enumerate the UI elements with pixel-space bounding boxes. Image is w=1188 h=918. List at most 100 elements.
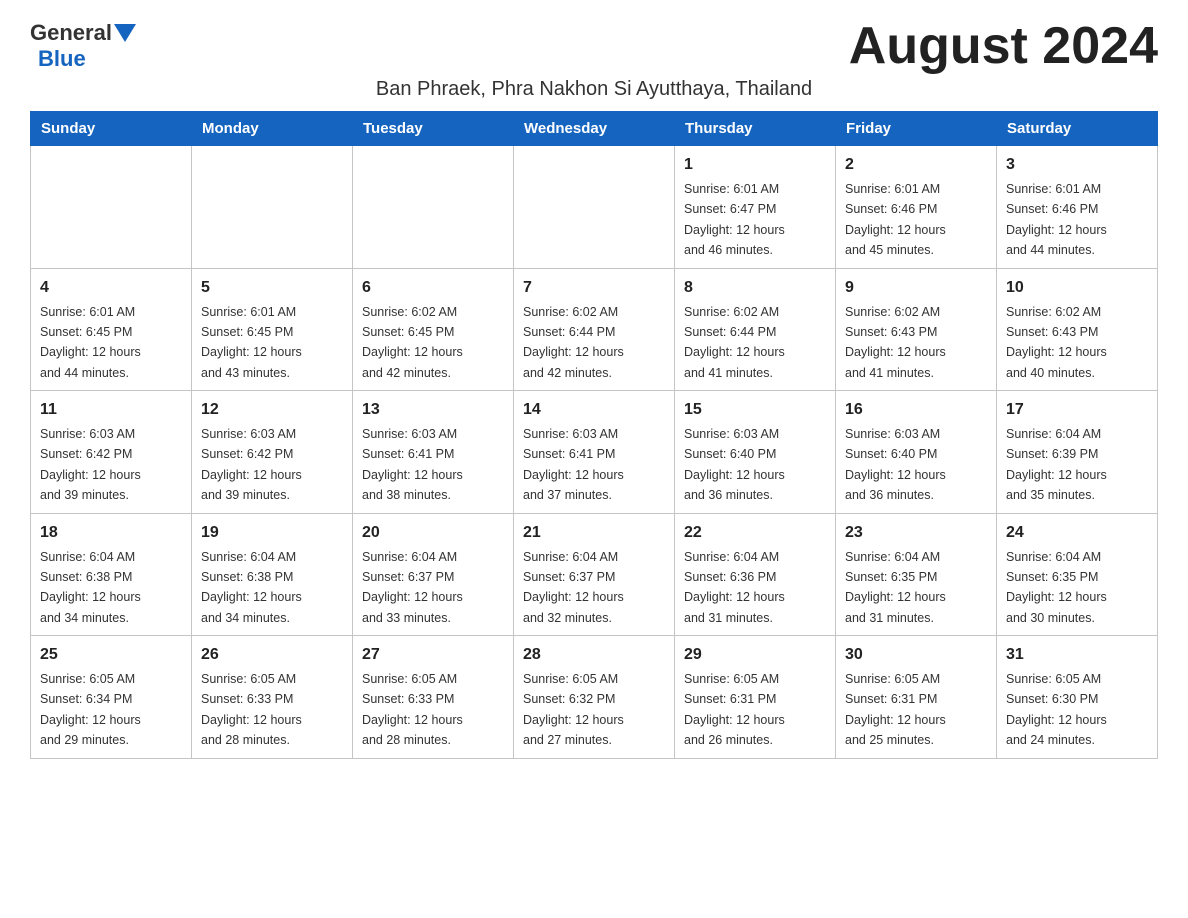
day-info: Sunrise: 6:05 AMSunset: 6:31 PMDaylight:… [684,672,785,747]
calendar-cell: 8 Sunrise: 6:02 AMSunset: 6:44 PMDaylight… [675,268,836,391]
day-number: 27 [362,643,504,667]
calendar-cell: 14Sunrise: 6:03 AMSunset: 6:41 PMDayligh… [514,391,675,514]
day-info: Sunrise: 6:01 AMSunset: 6:45 PMDaylight:… [201,305,302,380]
day-info: Sunrise: 6:04 AMSunset: 6:36 PMDaylight:… [684,550,785,625]
day-info: Sunrise: 6:03 AMSunset: 6:42 PMDaylight:… [201,427,302,502]
calendar-cell [353,146,514,269]
day-info: Sunrise: 6:01 AMSunset: 6:46 PMDaylight:… [1006,182,1107,257]
calendar-cell [514,146,675,269]
calendar-table: SundayMondayTuesdayWednesdayThursdayFrid… [30,111,1158,759]
calendar-cell: 18 Sunrise: 6:04 AMSunset: 6:38 PMDayligh… [31,513,192,636]
day-number: 26 [201,643,343,667]
day-number: 20 [362,521,504,545]
logo-triangle-icon [114,24,136,44]
day-info: Sunrise: 6:03 AMSunset: 6:40 PMDaylight:… [845,427,946,502]
calendar-cell: 26 Sunrise: 6:05 AMSunset: 6:33 PMDayligh… [192,636,353,759]
logo-general-text: General [30,20,112,46]
calendar-cell: 11 Sunrise: 6:03 AMSunset: 6:42 PMDayligh… [31,391,192,514]
month-title: August 2024 [849,20,1158,72]
day-number: 2 [845,153,987,177]
calendar-cell: 29 Sunrise: 6:05 AMSunset: 6:31 PMDayligh… [675,636,836,759]
day-info: Sunrise: 6:01 AMSunset: 6:46 PMDaylight:… [845,182,946,257]
day-number: 22 [684,521,826,545]
day-number: 29 [684,643,826,667]
calendar-cell [31,146,192,269]
day-info: Sunrise: 6:03 AMSunset: 6:41 PMDaylight:… [523,427,624,502]
calendar-cell: 19 Sunrise: 6:04 AMSunset: 6:38 PMDayligh… [192,513,353,636]
day-info: Sunrise: 6:02 AMSunset: 6:45 PMDaylight:… [362,305,463,380]
calendar-cell: 5 Sunrise: 6:01 AMSunset: 6:45 PMDaylight… [192,268,353,391]
calendar-week-row: 4 Sunrise: 6:01 AMSunset: 6:45 PMDaylight… [31,268,1158,391]
calendar-cell: 10 Sunrise: 6:02 AMSunset: 6:43 PMDayligh… [997,268,1158,391]
day-number: 21 [523,521,665,545]
calendar-week-row: 11 Sunrise: 6:03 AMSunset: 6:42 PMDayligh… [31,391,1158,514]
day-number: 10 [1006,276,1148,300]
day-number: 18 [40,521,182,545]
weekday-header-tuesday: Tuesday [353,112,514,146]
day-number: 11 [40,398,182,422]
calendar-cell: 1 Sunrise: 6:01 AMSunset: 6:47 PMDaylight… [675,146,836,269]
day-number: 31 [1006,643,1148,667]
weekday-header-row: SundayMondayTuesdayWednesdayThursdayFrid… [31,112,1158,146]
day-info: Sunrise: 6:01 AMSunset: 6:45 PMDaylight:… [40,305,141,380]
calendar-cell: 13 Sunrise: 6:03 AMSunset: 6:41 PMDayligh… [353,391,514,514]
day-info: Sunrise: 6:03 AMSunset: 6:41 PMDaylight:… [362,427,463,502]
calendar-week-row: 1 Sunrise: 6:01 AMSunset: 6:47 PMDaylight… [31,146,1158,269]
day-number: 28 [523,643,665,667]
weekday-header-monday: Monday [192,112,353,146]
calendar-cell: 22 Sunrise: 6:04 AMSunset: 6:36 PMDayligh… [675,513,836,636]
calendar-cell: 2 Sunrise: 6:01 AMSunset: 6:46 PMDaylight… [836,146,997,269]
weekday-header-wednesday: Wednesday [514,112,675,146]
weekday-header-saturday: Saturday [997,112,1158,146]
calendar-cell: 7Sunrise: 6:02 AMSunset: 6:44 PMDaylight… [514,268,675,391]
day-info: Sunrise: 6:05 AMSunset: 6:33 PMDaylight:… [201,672,302,747]
day-number: 4 [40,276,182,300]
calendar-cell: 9 Sunrise: 6:02 AMSunset: 6:43 PMDaylight… [836,268,997,391]
day-info: Sunrise: 6:05 AMSunset: 6:32 PMDaylight:… [523,672,624,747]
calendar-cell: 17Sunrise: 6:04 AMSunset: 6:39 PMDayligh… [997,391,1158,514]
logo: General Blue [30,20,136,72]
calendar-cell: 30 Sunrise: 6:05 AMSunset: 6:31 PMDayligh… [836,636,997,759]
day-number: 9 [845,276,987,300]
day-info: Sunrise: 6:04 AMSunset: 6:37 PMDaylight:… [523,550,624,625]
day-info: Sunrise: 6:05 AMSunset: 6:34 PMDaylight:… [40,672,141,747]
day-number: 3 [1006,153,1148,177]
day-number: 5 [201,276,343,300]
weekday-header-thursday: Thursday [675,112,836,146]
day-number: 6 [362,276,504,300]
calendar-cell: 16Sunrise: 6:03 AMSunset: 6:40 PMDayligh… [836,391,997,514]
day-info: Sunrise: 6:02 AMSunset: 6:43 PMDaylight:… [845,305,946,380]
day-number: 1 [684,153,826,177]
calendar-cell: 6 Sunrise: 6:02 AMSunset: 6:45 PMDaylight… [353,268,514,391]
day-info: Sunrise: 6:04 AMSunset: 6:38 PMDaylight:… [40,550,141,625]
logo-blue-text: Blue [38,46,86,72]
calendar-cell: 27 Sunrise: 6:05 AMSunset: 6:33 PMDayligh… [353,636,514,759]
day-number: 17 [1006,398,1148,422]
calendar-cell: 21 Sunrise: 6:04 AMSunset: 6:37 PMDayligh… [514,513,675,636]
weekday-header-sunday: Sunday [31,112,192,146]
calendar-cell: 15Sunrise: 6:03 AMSunset: 6:40 PMDayligh… [675,391,836,514]
day-info: Sunrise: 6:03 AMSunset: 6:42 PMDaylight:… [40,427,141,502]
day-number: 19 [201,521,343,545]
day-number: 13 [362,398,504,422]
day-info: Sunrise: 6:05 AMSunset: 6:31 PMDaylight:… [845,672,946,747]
day-number: 30 [845,643,987,667]
day-number: 8 [684,276,826,300]
calendar-week-row: 25Sunrise: 6:05 AMSunset: 6:34 PMDayligh… [31,636,1158,759]
day-info: Sunrise: 6:04 AMSunset: 6:37 PMDaylight:… [362,550,463,625]
day-info: Sunrise: 6:02 AMSunset: 6:43 PMDaylight:… [1006,305,1107,380]
day-info: Sunrise: 6:01 AMSunset: 6:47 PMDaylight:… [684,182,785,257]
calendar-cell: 3 Sunrise: 6:01 AMSunset: 6:46 PMDaylight… [997,146,1158,269]
location-title: Ban Phraek, Phra Nakhon Si Ayutthaya, Th… [30,78,1158,101]
day-info: Sunrise: 6:05 AMSunset: 6:33 PMDaylight:… [362,672,463,747]
calendar-cell: 28 Sunrise: 6:05 AMSunset: 6:32 PMDayligh… [514,636,675,759]
day-number: 7 [523,276,665,300]
calendar-cell: 31Sunrise: 6:05 AMSunset: 6:30 PMDayligh… [997,636,1158,759]
header: General Blue August 2024 [30,20,1158,72]
day-info: Sunrise: 6:04 AMSunset: 6:38 PMDaylight:… [201,550,302,625]
day-number: 12 [201,398,343,422]
calendar-cell [192,146,353,269]
weekday-header-friday: Friday [836,112,997,146]
day-number: 15 [684,398,826,422]
day-info: Sunrise: 6:02 AMSunset: 6:44 PMDaylight:… [684,305,785,380]
